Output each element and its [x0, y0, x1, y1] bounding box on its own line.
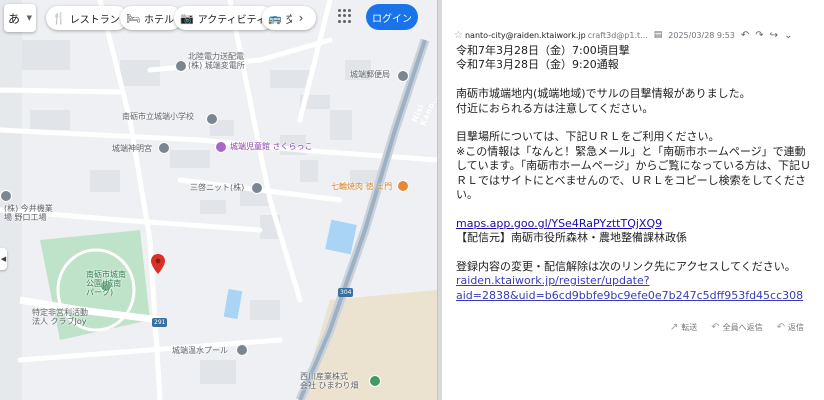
restaurant-poi-icon[interactable]: [397, 180, 409, 192]
label-npo[interactable]: 特定非営利活動 法人 クラブJoy: [32, 308, 88, 326]
reply-icon: ↶: [776, 321, 785, 333]
register-link-a[interactable]: raiden.ktaiwork.jp/register/update?: [456, 274, 650, 287]
reply-button[interactable]: ↶ 返信: [777, 322, 804, 333]
reply-label: 返信: [788, 322, 804, 332]
label-shrine[interactable]: 城端神明宮: [112, 144, 152, 153]
label-post-office[interactable]: 城端郵便局: [350, 70, 390, 79]
forward-label: 転送: [681, 322, 698, 332]
shrine-poi-icon[interactable]: [158, 142, 170, 154]
map-pane[interactable]: 304 291 Nisi Kano... 北陸電力送配電 (株) 城端変電所 城…: [0, 0, 437, 400]
reply-icon[interactable]: ↶: [741, 30, 749, 41]
reply-all-icon[interactable]: ↷: [755, 30, 763, 41]
input-method-selector[interactable]: あ ▼: [4, 4, 36, 32]
body-para-unsubscribe: 登録内容の変更・配信解除は次のリンク先にアクセスしてください。: [456, 260, 796, 274]
nishikawa-poi-icon[interactable]: [369, 375, 381, 387]
hotel-icon: 🛏: [126, 11, 140, 25]
body-para-location-b: ※この情報は「なんと！緊急メール」と「南砺市ホームページ」で連動しています。「南…: [456, 144, 811, 202]
calendar-icon[interactable]: ▤: [654, 30, 663, 40]
route-291-shield: 291: [152, 318, 168, 327]
label-park[interactable]: 南砺市城南 公園(城南 パーク): [86, 270, 126, 298]
mail-to[interactable]: craft3d@p1.t...: [588, 31, 648, 40]
mail-body: 令和7年3月28日（金）7:00頃目撃 令和7年3月28日（金）9:20通報 南…: [456, 44, 816, 303]
forward-icon[interactable]: ↪: [770, 30, 778, 41]
mail-footer: ↗ 転送 ↶ 全員へ返信 ↶ 返信: [442, 320, 824, 334]
more-chevron-icon[interactable]: ⌄: [784, 30, 792, 41]
chevron-down-icon: ▼: [26, 14, 32, 22]
label-nishikawa[interactable]: 西川産業株式 会社 ひまわり畑: [300, 372, 359, 390]
body-line-report: 令和7年3月28日（金）9:20通報: [456, 58, 619, 72]
mail-pane: ⌃ ☆ nanto-city@raiden.ktaiwork.jp craft3…: [442, 0, 824, 400]
label-restaurant[interactable]: 七輪焼肉 徳 ェ門: [331, 182, 392, 191]
chip-activities-label: アクティビティ: [197, 14, 267, 26]
chip-hotel-label: ホテル: [143, 14, 174, 26]
forward-button[interactable]: ↗ 転送: [670, 322, 697, 333]
mail-header: ☆ nanto-city@raiden.ktaiwork.jp craft3d@…: [442, 28, 824, 42]
route-304-shield: 304: [338, 288, 354, 297]
register-link-b[interactable]: aid=2838&uid=b6cd9bbfe9bc9efe0e7b247c5df…: [456, 289, 803, 302]
scroll-up-icon[interactable]: ⌃: [800, 0, 808, 7]
transit-icon: 🚌: [268, 11, 282, 25]
label-elementary-school[interactable]: 南砺市立城端小学校: [122, 112, 194, 121]
chip-activities[interactable]: 📷 アクティビティ: [174, 6, 275, 30]
forward-icon: ↗: [669, 321, 679, 333]
location-pin-icon[interactable]: [151, 254, 165, 274]
body-line-sighting: 令和7年3月28日（金）7:00頃目撃: [456, 44, 630, 57]
label-jidoukan[interactable]: 城端児童館 さくらっこ: [230, 142, 313, 151]
pool-poi-icon[interactable]: [236, 344, 248, 356]
chip-restaurant-label: レストラン: [69, 14, 120, 26]
star-icon[interactable]: ☆: [454, 30, 463, 41]
body-source: 【配信元】南砺市役所森林・農地整備課林政係: [456, 231, 687, 245]
substation-poi-icon[interactable]: [175, 60, 187, 72]
jidoukan-poi-icon[interactable]: [215, 141, 227, 153]
restaurant-icon: 🍴: [52, 11, 66, 25]
factory-poi-icon[interactable]: [251, 182, 263, 194]
label-substation[interactable]: 北陸電力送配電 (株) 城端変電所: [188, 52, 245, 70]
school-poi-icon[interactable]: [206, 113, 218, 125]
chip-hotel[interactable]: 🛏 ホテル: [120, 6, 182, 30]
imai-poi-icon[interactable]: [0, 190, 12, 202]
chip-restaurant[interactable]: 🍴 レストラン: [46, 6, 128, 30]
camera-icon: 📷: [180, 11, 194, 25]
ime-label: あ: [8, 11, 21, 26]
body-para-warning-b: 付近におられる方は注意してください。: [456, 101, 654, 115]
reply-all-icon: ↶: [711, 321, 720, 333]
google-apps-icon[interactable]: [338, 9, 352, 23]
label-imai[interactable]: (株) 今井機業 場 野口工場: [4, 204, 53, 222]
login-button[interactable]: ログイン: [366, 4, 418, 30]
post-office-poi-icon[interactable]: [397, 70, 409, 82]
map-link[interactable]: maps.app.goo.gl/YSe4RaPYzttTQjXQ9: [456, 217, 662, 230]
reply-all-label: 全員へ返信: [722, 322, 763, 332]
reply-all-button[interactable]: ↶ 全員へ返信: [711, 322, 762, 333]
collapse-panel-button[interactable]: ◀: [0, 248, 7, 270]
label-factory[interactable]: 三啓ニット(株): [190, 183, 244, 192]
mail-from[interactable]: nanto-city@raiden.ktaiwork.jp: [465, 31, 586, 40]
label-pool[interactable]: 城端温水プール: [172, 346, 228, 355]
body-para-location-a: 目撃場所については、下記ＵＲＬをご利用ください。: [456, 130, 720, 144]
body-para-warning-a: 南砺市城端地内(城端地域)でサルの目撃情報がありました。: [456, 87, 751, 101]
mail-date: 2025/03/28 9:53: [668, 30, 735, 40]
